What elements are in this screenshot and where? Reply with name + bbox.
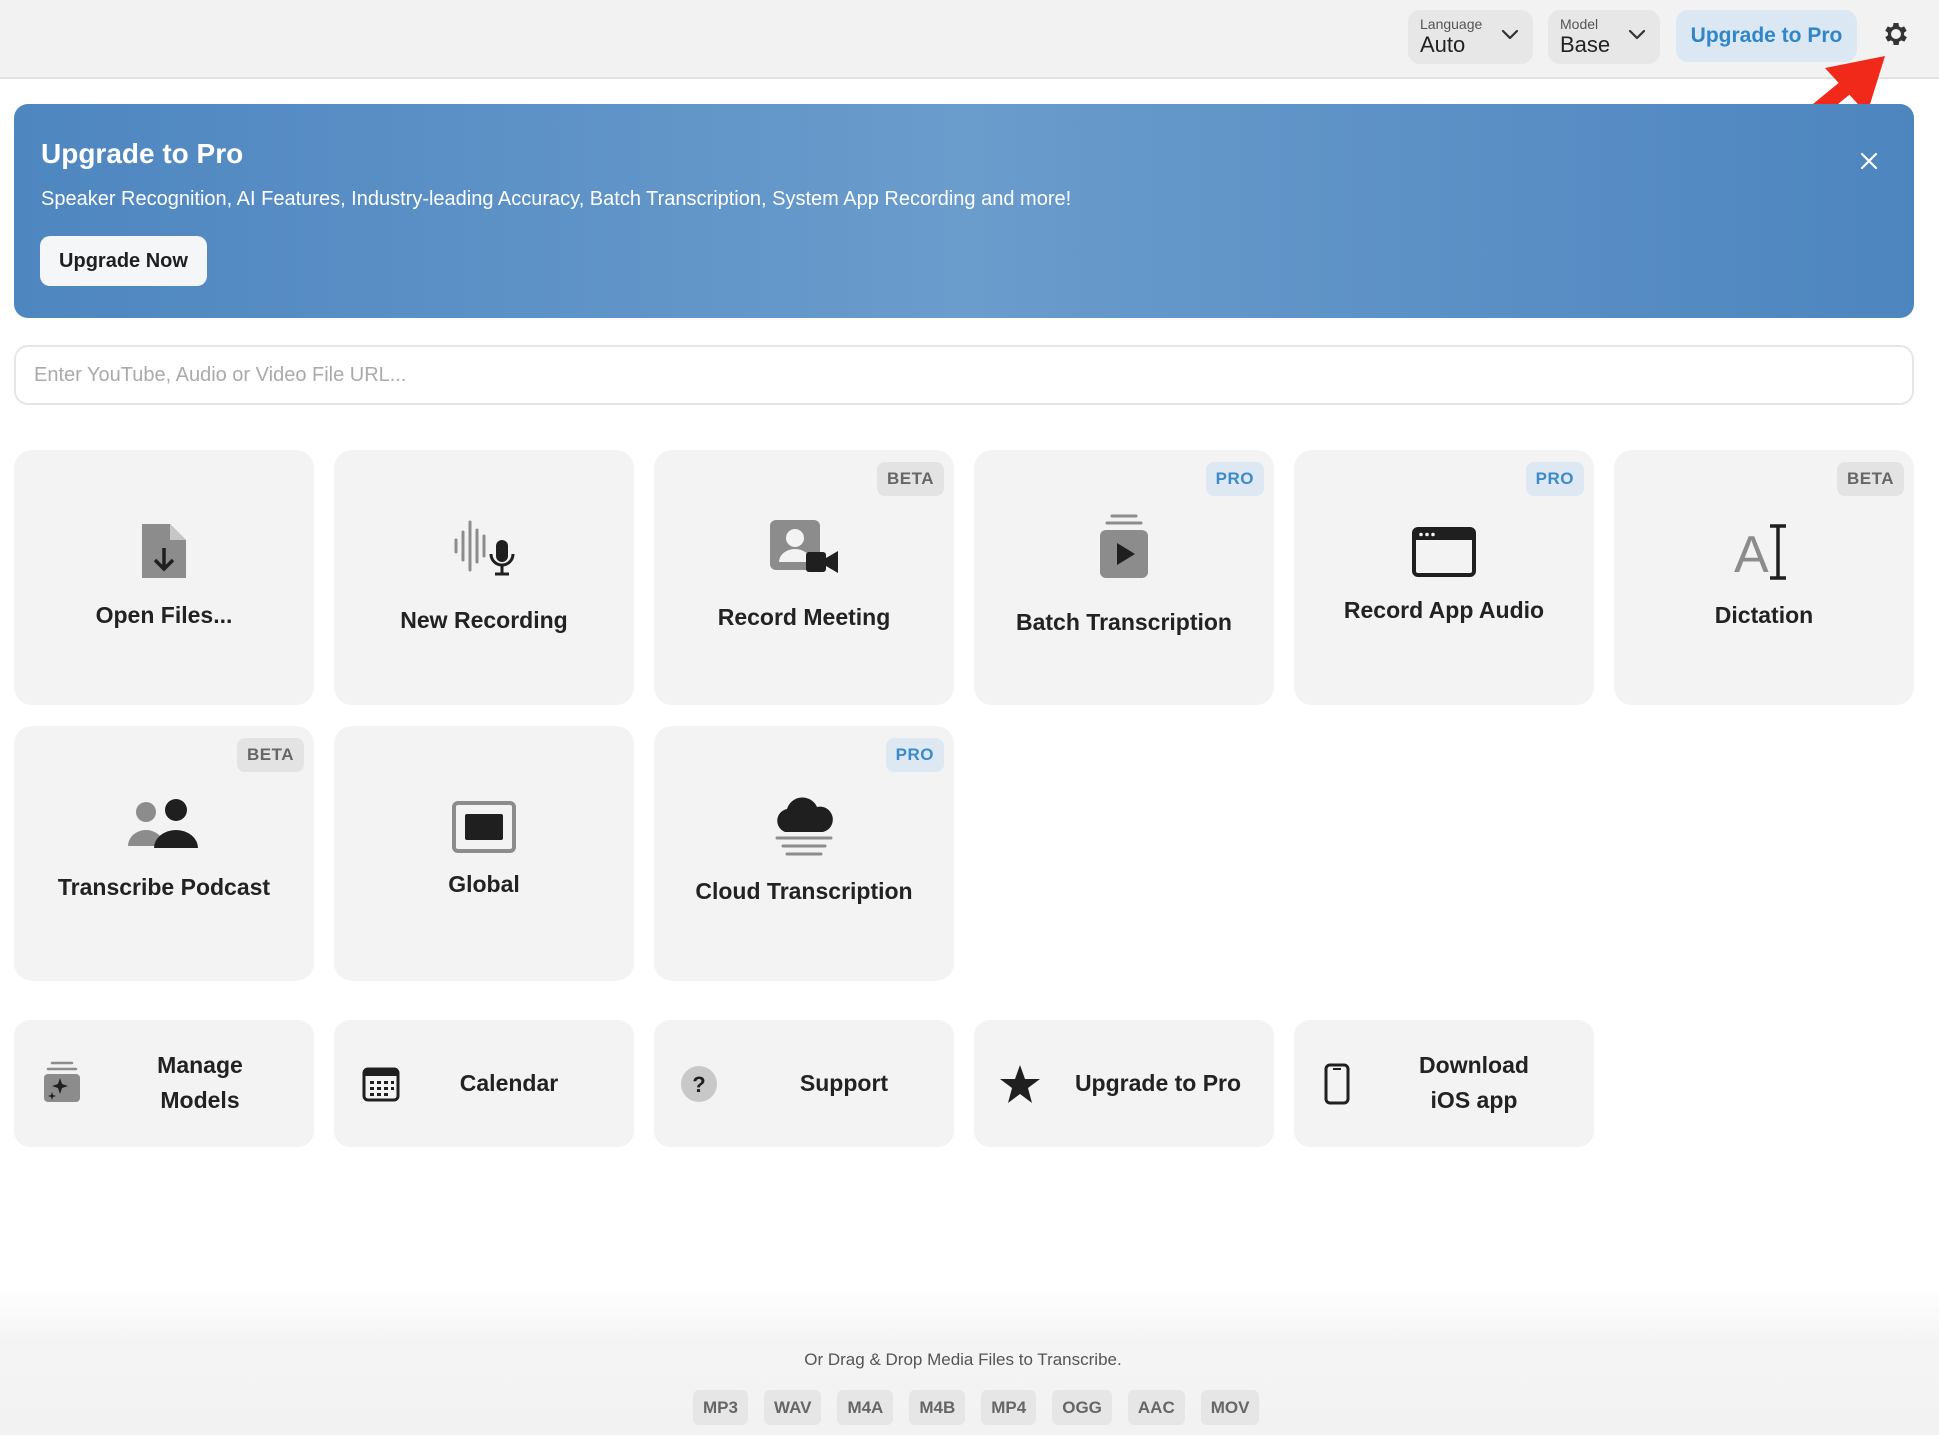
format-badge: M4A — [837, 1390, 894, 1425]
label-line: iOS app — [1430, 1087, 1518, 1113]
calendar-icon — [362, 1067, 400, 1102]
tile-label: Dictation — [1714, 602, 1814, 628]
format-badge: WAV — [763, 1390, 822, 1425]
upgrade-now-button[interactable]: Upgrade Now — [40, 236, 207, 286]
question-icon: ? — [681, 1066, 717, 1102]
svg-text:A: A — [1734, 526, 1769, 582]
calendar-button[interactable]: Calendar — [334, 1020, 634, 1147]
text-cursor-icon: A — [1614, 522, 1914, 582]
pro-badge: PRO — [1525, 462, 1584, 496]
format-badge: MOV — [1200, 1390, 1260, 1425]
banner-subtitle: Speaker Recognition, AI Features, Indust… — [41, 188, 1072, 210]
tile-record-meeting[interactable]: BETA Record Meeting — [654, 450, 954, 705]
tile-global[interactable]: Global — [334, 726, 634, 981]
tile-open-files[interactable]: Open Files... — [14, 450, 314, 705]
file-download-icon — [14, 520, 314, 582]
phone-icon — [1324, 1063, 1350, 1105]
beta-badge: BETA — [876, 462, 944, 496]
screen-icon — [334, 800, 634, 854]
person-video-icon — [654, 518, 954, 576]
people-icon — [14, 798, 314, 850]
format-badge: MP3 — [693, 1390, 748, 1425]
beta-badge: BETA — [1836, 462, 1904, 496]
chevron-down-icon — [1501, 29, 1519, 40]
format-badge: MP4 — [981, 1390, 1037, 1425]
star-icon — [1000, 1065, 1040, 1103]
tile-label: New Recording — [400, 607, 568, 633]
format-badge: M4B — [909, 1390, 966, 1425]
close-icon[interactable] — [1854, 146, 1884, 176]
support-button[interactable]: ? Support — [654, 1020, 954, 1147]
download-ios-app-button[interactable]: Download iOS app — [1294, 1020, 1594, 1147]
gear-icon[interactable] — [1881, 19, 1911, 49]
waveform-mic-icon — [334, 516, 634, 578]
tile-new-recording[interactable]: New Recording — [334, 450, 634, 705]
tile-transcribe-podcast[interactable]: BETA Transcribe Podcast — [14, 726, 314, 981]
tile-label: Record Meeting — [717, 604, 891, 630]
tile-cloud-transcription[interactable]: PRO Cloud Transcription — [654, 726, 954, 981]
download-ios-app-label: Download iOS app — [1384, 1048, 1564, 1118]
support-label: Support — [799, 1070, 889, 1096]
tile-label: Cloud Transcription — [695, 878, 913, 904]
upgrade-to-pro-button[interactable]: Upgrade to Pro — [1676, 10, 1857, 62]
top-toolbar: Language Auto Model Base Upgrade to Pro — [0, 0, 1939, 79]
pro-badge: PRO — [885, 738, 944, 772]
tile-dictation[interactable]: BETA A Dictation — [1614, 450, 1914, 705]
upgrade-banner: Upgrade to Pro Speaker Recognition, AI F… — [14, 104, 1914, 318]
language-dropdown[interactable]: Language Auto — [1408, 10, 1533, 64]
tile-label: Global — [448, 871, 520, 897]
drop-zone-text: Or Drag & Drop Media Files to Transcribe… — [804, 1350, 1122, 1369]
label-line: Manage — [157, 1052, 243, 1078]
format-list: MP3 WAV M4A M4B MP4 OGG AAC MOV — [693, 1390, 1260, 1425]
svg-text:?: ? — [692, 1072, 705, 1097]
app-window-icon — [1294, 526, 1594, 578]
tile-label: Open Files... — [95, 602, 233, 628]
manage-models-button[interactable]: Manage Models — [14, 1020, 314, 1147]
stacked-play-icon — [974, 512, 1274, 582]
manage-models-label: Manage Models — [130, 1048, 270, 1118]
tile-record-app-audio[interactable]: PRO Record App Audio — [1294, 450, 1594, 705]
label-line: Download — [1419, 1052, 1529, 1078]
tile-batch-transcription[interactable]: PRO Batch Transcription — [974, 450, 1274, 705]
chevron-down-icon — [1628, 29, 1646, 40]
app-window: Language Auto Model Base Upgrade to Pro … — [0, 0, 1939, 1435]
label-line: Models — [160, 1087, 240, 1113]
tile-label: Batch Transcription — [1016, 609, 1232, 635]
drop-zone[interactable]: Or Drag & Drop Media Files to Transcribe… — [0, 1285, 1939, 1435]
cloud-icon — [654, 794, 954, 858]
model-dropdown[interactable]: Model Base — [1548, 10, 1660, 64]
beta-badge: BETA — [236, 738, 304, 772]
format-badge: OGG — [1052, 1390, 1112, 1425]
tile-label: Record App Audio — [1343, 597, 1545, 623]
upgrade-to-pro-tile-button[interactable]: Upgrade to Pro — [974, 1020, 1274, 1147]
format-badge: AAC — [1127, 1390, 1185, 1425]
sparkle-stack-icon — [44, 1061, 80, 1102]
url-input[interactable] — [14, 345, 1914, 405]
upgrade-to-pro-label: Upgrade to Pro — [1074, 1070, 1242, 1096]
calendar-label: Calendar — [459, 1070, 559, 1096]
pro-badge: PRO — [1205, 462, 1264, 496]
banner-title: Upgrade to Pro — [41, 138, 244, 169]
tile-label: Transcribe Podcast — [57, 874, 271, 900]
